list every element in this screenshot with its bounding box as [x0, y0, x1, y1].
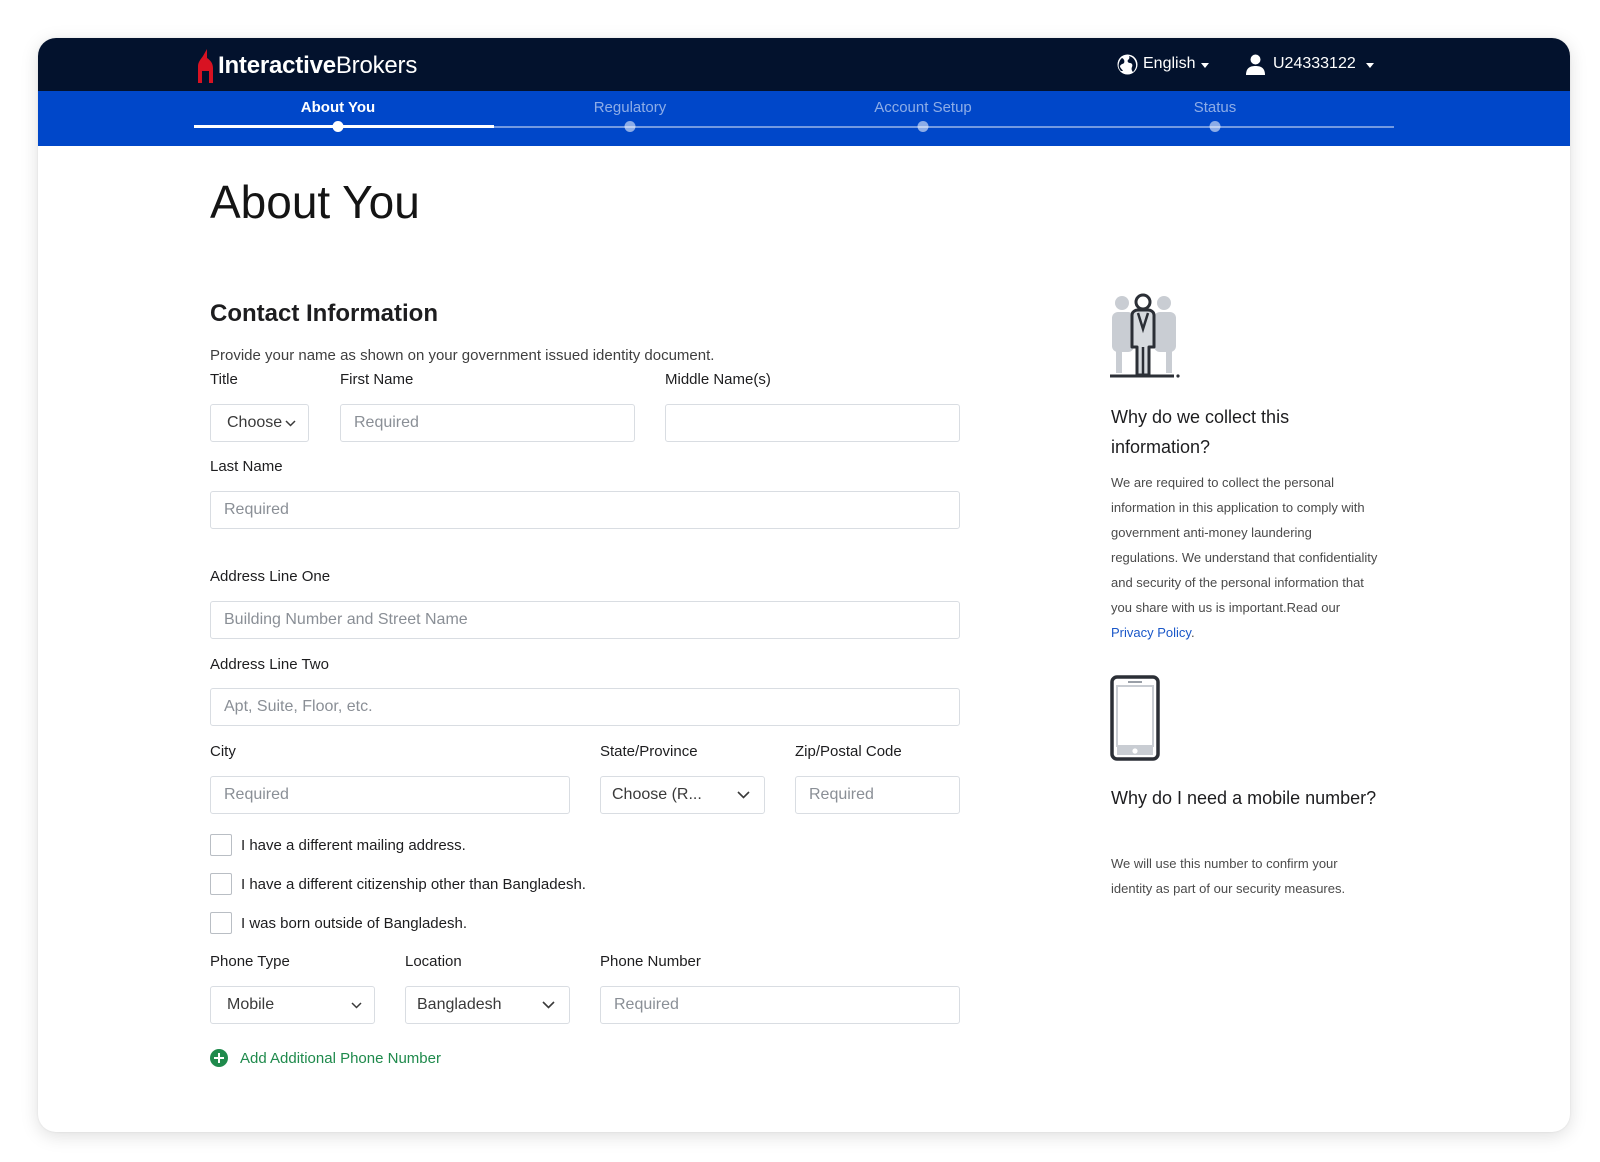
address-line-one-label: Address Line One — [210, 568, 331, 585]
zip-postal-code-label: Zip/Postal Code — [795, 743, 902, 760]
privacy-suffix: . — [1190, 625, 1195, 640]
chevron-down-icon — [1201, 62, 1210, 68]
top-navbar: InteractiveBrokers English U24333122 — [38, 38, 1570, 91]
logo-mark-icon — [198, 49, 213, 83]
user-icon — [1246, 54, 1265, 75]
chevron-down-icon — [285, 419, 296, 427]
brand-name-bold: Interactive — [218, 52, 336, 79]
brand-logo[interactable]: InteractiveBrokers — [194, 46, 417, 86]
address-line-two-label: Address Line Two — [210, 656, 329, 673]
mobile-phone-icon — [1110, 675, 1160, 761]
citizenship-checkbox-label: I have a different citizenship other tha… — [241, 875, 586, 893]
city-input[interactable] — [210, 776, 570, 814]
step-label-status[interactable]: Status — [1194, 99, 1237, 116]
user-account-dropdown[interactable]: U24333122 — [1246, 50, 1374, 78]
brand-name-regular: Brokers — [335, 52, 418, 79]
why-collect-text: We are required to collect the personal … — [1111, 470, 1379, 645]
title-select-value: Choose — [227, 414, 283, 431]
add-additional-phone-label: Add Additional Phone Number — [240, 1049, 441, 1067]
globe-icon — [1117, 54, 1138, 74]
address-line-one-input[interactable] — [210, 601, 960, 639]
phone-type-label: Phone Type — [210, 953, 290, 970]
language-label: English — [1143, 55, 1196, 72]
first-name-input[interactable] — [340, 404, 635, 442]
mailing-address-checkbox-label: I have a different mailing address. — [241, 836, 466, 854]
middle-name-input[interactable] — [665, 404, 960, 442]
chevron-down-icon — [351, 1001, 362, 1009]
born-outside-checkbox[interactable] — [210, 912, 232, 934]
step-label-account-setup[interactable]: Account Setup — [874, 99, 972, 116]
last-name-label: Last Name — [210, 458, 283, 475]
language-dropdown[interactable]: English — [1117, 50, 1210, 78]
chevron-down-icon — [1365, 62, 1374, 68]
state-province-label: State/Province — [600, 743, 698, 760]
title-select[interactable]: Choose — [210, 404, 309, 442]
privacy-policy-link[interactable]: Privacy Policy — [1111, 625, 1191, 640]
step-dot-regulatory — [624, 121, 636, 132]
step-label-about-you[interactable]: About You — [301, 99, 375, 116]
phone-type-select[interactable]: Mobile — [210, 986, 375, 1024]
why-mobile-text: We will use this number to confirm your … — [1111, 856, 1346, 896]
last-name-input[interactable] — [210, 491, 960, 529]
add-additional-phone-button[interactable]: Add Additional Phone Number — [210, 1049, 441, 1067]
chevron-down-icon — [542, 1001, 555, 1009]
address-line-two-input[interactable] — [210, 688, 960, 726]
step-label-regulatory[interactable]: Regulatory — [594, 99, 667, 116]
browser-window: InteractiveBrokers English U24333122 Abo… — [38, 38, 1570, 1132]
first-name-label: First Name — [340, 371, 414, 388]
location-select[interactable]: Bangladesh — [405, 986, 570, 1024]
mailing-address-checkbox-row[interactable]: I have a different mailing address. — [210, 834, 466, 856]
page-title: About You — [210, 176, 420, 228]
why-collect-body: We are required to collect the personal … — [1111, 475, 1378, 615]
citizenship-checkbox[interactable] — [210, 873, 232, 895]
citizenship-checkbox-row[interactable]: I have a different citizenship other tha… — [210, 873, 586, 895]
phone-number-label: Phone Number — [600, 953, 701, 970]
chevron-down-icon — [737, 791, 750, 799]
stepper-track-progress — [194, 125, 494, 128]
why-collect-title: Why do we collect this information? — [1111, 407, 1290, 457]
step-dot-account-setup — [917, 121, 929, 132]
identity-people-icon — [1110, 293, 1180, 378]
title-label: Title — [210, 371, 238, 388]
city-label: City — [210, 743, 236, 760]
plus-circle-icon — [210, 1049, 228, 1067]
zip-postal-code-input[interactable] — [795, 776, 960, 814]
state-province-select-value: Choose (R... — [612, 786, 702, 803]
progress-stepper: About You Regulatory Account Setup Statu… — [38, 91, 1570, 146]
location-label: Location — [405, 953, 462, 970]
location-select-value: Bangladesh — [417, 996, 502, 1013]
section-description: Provide your name as shown on your gover… — [210, 347, 715, 364]
mailing-address-checkbox[interactable] — [210, 834, 232, 856]
born-outside-checkbox-label: I was born outside of Bangladesh. — [241, 914, 467, 932]
step-dot-about-you — [332, 121, 344, 132]
middle-name-label: Middle Name(s) — [665, 371, 771, 388]
phone-type-select-value: Mobile — [227, 996, 275, 1013]
why-mobile-title: Why do I need a mobile number? — [1111, 788, 1377, 808]
born-outside-checkbox-row[interactable]: I was born outside of Bangladesh. — [210, 912, 467, 934]
state-province-select[interactable]: Choose (R... — [600, 776, 765, 814]
user-id-label: U24333122 — [1273, 55, 1356, 72]
section-title: Contact Information — [210, 300, 438, 327]
step-dot-status — [1209, 121, 1221, 132]
phone-number-input[interactable] — [600, 986, 960, 1024]
